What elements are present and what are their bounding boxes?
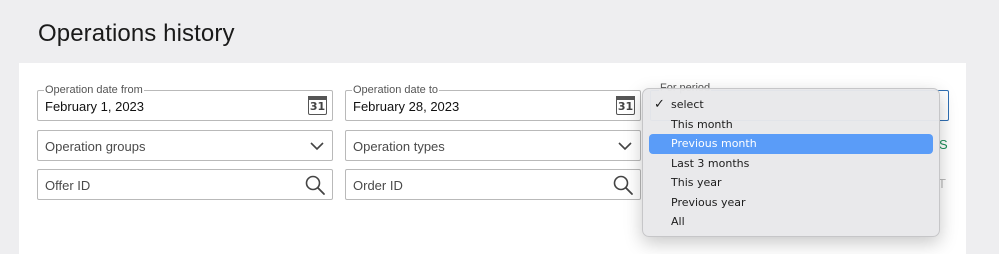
checkmark-icon: ✓ [654, 97, 665, 112]
calendar-icon[interactable]: 31 [308, 96, 327, 115]
period-dropdown-menu: ✓ select This month Previous month Last 3… [642, 88, 940, 237]
date-to-field[interactable]: Operation date to February 28, 2023 31 [345, 83, 641, 121]
period-option-this-year[interactable]: This year [649, 173, 933, 193]
period-option-label: This month [671, 117, 733, 131]
calendar-icon[interactable]: 31 [616, 96, 635, 115]
date-from-value: February 1, 2023 [45, 99, 145, 114]
chevron-down-icon [310, 142, 324, 151]
period-option-label: Previous year [671, 195, 746, 209]
order-id-placeholder: Order ID [353, 178, 403, 193]
operation-types-placeholder: Operation types [353, 139, 445, 154]
period-option-label: All [671, 215, 685, 228]
date-to-value: February 28, 2023 [353, 99, 460, 114]
chevron-down-icon [618, 142, 632, 151]
period-option-label: This year [671, 176, 722, 189]
period-option-last-3-months[interactable]: Last 3 months [649, 154, 933, 174]
period-option-select[interactable]: ✓ select [649, 95, 933, 115]
period-option-label: select [671, 98, 704, 111]
search-icon[interactable] [612, 174, 634, 196]
operation-groups-select[interactable]: Operation groups [37, 130, 333, 161]
date-to-label: Operation date to [352, 83, 440, 97]
offer-id-placeholder: Offer ID [45, 178, 91, 193]
search-icon[interactable] [304, 174, 326, 196]
offer-id-input[interactable]: Offer ID [37, 169, 333, 200]
period-option-this-month[interactable]: This month [649, 115, 933, 135]
calendar-icon-day: 31 [617, 100, 634, 113]
period-option-previous-month[interactable]: Previous month [649, 134, 933, 154]
apply-link-edge[interactable]: S [939, 137, 948, 152]
period-option-label: Last 3 months [671, 156, 750, 170]
period-option-all[interactable]: All [649, 212, 933, 232]
order-id-input[interactable]: Order ID [345, 169, 641, 200]
page-title: Operations history [38, 20, 235, 47]
calendar-icon-day: 31 [309, 100, 326, 113]
period-option-label: Previous month [671, 137, 757, 150]
date-from-label: Operation date from [44, 83, 144, 97]
operation-types-select[interactable]: Operation types [345, 130, 641, 161]
period-option-previous-year[interactable]: Previous year [649, 193, 933, 213]
operation-groups-placeholder: Operation groups [45, 139, 146, 154]
date-from-field[interactable]: Operation date from February 1, 2023 31 [37, 83, 333, 121]
